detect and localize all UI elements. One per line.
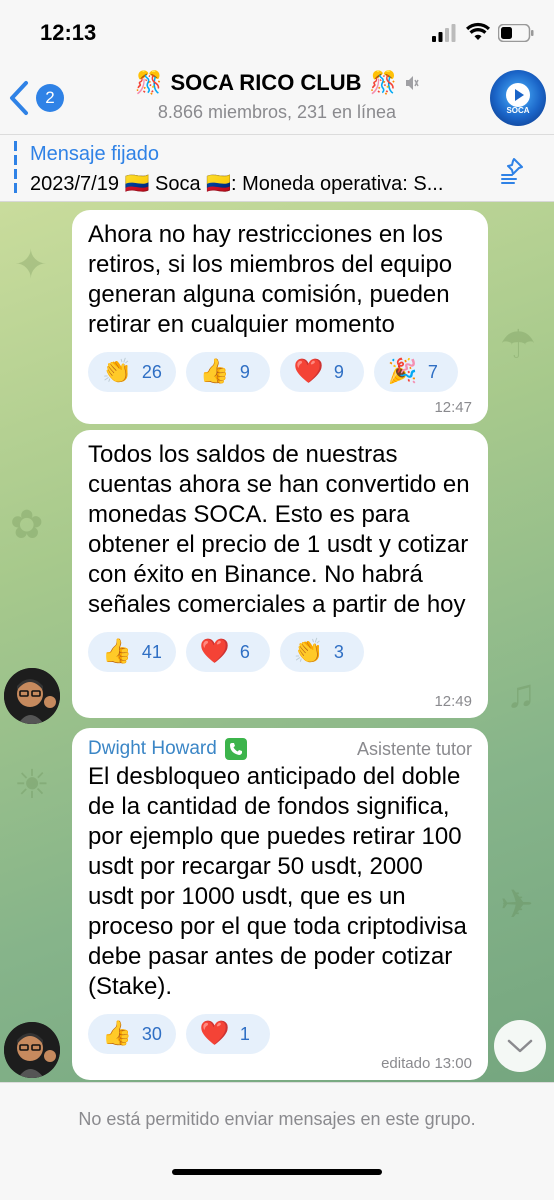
reaction-heart[interactable]: ❤️ 6 — [185, 632, 270, 672]
chat-header: 2 🎊 SOCA RICO CLUB 🎊 8.866 miembros, 231… — [0, 62, 554, 134]
pinned-label: Mensaje fijado — [30, 143, 159, 165]
clapping-hands-icon: 👏 — [293, 638, 324, 665]
thumbs-up-icon: 👍 — [102, 1020, 132, 1047]
chevron-down-icon — [507, 1039, 533, 1053]
cellular-signal-icon — [432, 24, 456, 42]
sender-avatar[interactable] — [4, 668, 60, 724]
message-time: editado 13:00 — [381, 1055, 472, 1072]
muted-speaker-icon — [405, 76, 419, 90]
party-popper-icon: 🎉 — [387, 358, 418, 385]
reaction-count: 3 — [333, 641, 344, 662]
chat-title-area[interactable]: 🎊 SOCA RICO CLUB 🎊 8.866 miembros, 231 e… — [100, 70, 454, 123]
reactions-row: 👏 26 👍 9 ❤️ 9 🎉 7 — [88, 352, 472, 392]
background-doodle: ✈ — [500, 883, 534, 927]
sender-avatar[interactable] — [4, 1022, 60, 1078]
battery-icon — [498, 24, 534, 42]
chat-title: SOCA RICO CLUB — [170, 70, 362, 95]
thumbs-up-icon: 👍 — [102, 638, 132, 665]
pinned-message-bar[interactable]: Mensaje fijado 2023/7/19 🇨🇴 Soca 🇨🇴: Mon… — [0, 134, 554, 202]
message-text: Todos los saldos de nuestras cuentas aho… — [88, 441, 470, 618]
scroll-to-bottom-button[interactable] — [494, 1020, 546, 1072]
message-bubble[interactable]: Ahora no hay restricciones en los retiro… — [72, 210, 488, 424]
background-doodle: ☂ — [500, 323, 536, 367]
reaction-count: 7 — [427, 361, 438, 382]
reaction-count: 30 — [141, 1023, 162, 1044]
reaction-count: 41 — [141, 641, 162, 662]
red-heart-icon: ❤️ — [199, 1020, 230, 1047]
message-bubble[interactable]: Todos los saldos de nuestras cuentas aho… — [72, 430, 488, 718]
unread-count-badge: 2 — [36, 84, 64, 112]
memoji-avatar-icon — [4, 668, 60, 724]
message-bubble[interactable]: Dwight Howard Asistente tutor El desbloq… — [72, 728, 488, 1080]
status-time: 12:13 — [40, 20, 97, 45]
group-avatar[interactable]: SOCA — [490, 70, 546, 126]
sender-name-wrap[interactable]: Dwight Howard — [88, 738, 247, 760]
avatar-brand-text: SOCA — [506, 105, 530, 115]
reaction-count: 9 — [239, 361, 250, 382]
composer-disabled-bar: No está permitido enviar mensajes en est… — [0, 1082, 554, 1200]
sender-role: Asistente tutor — [356, 738, 472, 759]
phone-emoji-icon — [224, 738, 247, 760]
reactions-row: 👍 30 ❤️ 1 — [88, 1014, 472, 1054]
member-count: 8.866 miembros, 231 en línea — [157, 102, 397, 122]
back-button[interactable]: 2 — [8, 78, 68, 118]
reaction-count: 1 — [239, 1023, 250, 1044]
confetti-emoji-icon: 🎊 — [369, 70, 397, 95]
message-text: Ahora no hay restricciones en los retiro… — [88, 221, 453, 338]
posting-restricted-notice: No está permitido enviar mensajes en est… — [78, 1109, 476, 1129]
reaction-party[interactable]: 🎉 7 — [373, 352, 458, 392]
reaction-count: 6 — [239, 641, 250, 662]
confetti-emoji-icon: 🎊 — [135, 70, 163, 95]
message-text: El desbloqueo anticipado del doble de la… — [88, 763, 467, 1000]
background-doodle: ✿ — [10, 503, 44, 547]
reaction-clap[interactable]: 👏 3 — [279, 632, 364, 672]
background-doodle: ✦ — [14, 243, 48, 287]
thumbs-up-icon: 👍 — [199, 358, 230, 385]
pinned-list-icon[interactable] — [500, 153, 532, 185]
message-list[interactable]: ✦ ☂ ✿ ♫ ☀ ✈ Ahora no hay restricciones e… — [0, 202, 554, 1082]
red-heart-icon: ❤️ — [293, 358, 324, 385]
background-doodle: ☀ — [14, 763, 50, 807]
red-heart-icon: ❤️ — [199, 638, 230, 665]
sender-row: Dwight Howard Asistente tutor — [88, 738, 472, 760]
reaction-heart[interactable]: ❤️ 9 — [279, 352, 364, 392]
sender-name: Dwight Howard — [88, 738, 217, 759]
reaction-clap[interactable]: 👏 26 — [88, 352, 176, 392]
reaction-heart[interactable]: ❤️ 1 — [185, 1014, 270, 1054]
message-time: 12:49 — [434, 693, 472, 710]
memoji-avatar-icon — [4, 1022, 60, 1078]
reactions-row: 👍 41 ❤️ 6 👏 3 — [88, 632, 472, 672]
reaction-count: 26 — [141, 361, 162, 382]
chevron-left-icon — [10, 81, 28, 115]
reaction-thumbs-up[interactable]: 👍 30 — [88, 1014, 176, 1054]
play-icon — [506, 82, 530, 107]
reaction-thumbs-up[interactable]: 👍 9 — [185, 352, 270, 392]
pinned-indicator — [14, 141, 17, 197]
reaction-thumbs-up[interactable]: 👍 41 — [88, 632, 176, 672]
pinned-text: 2023/7/19 🇨🇴 Soca 🇨🇴: Moneda operativa: … — [30, 173, 444, 195]
status-bar: 12:13 — [0, 0, 554, 62]
message-time: 12:47 — [434, 399, 472, 416]
background-doodle: ♫ — [506, 672, 536, 716]
reaction-count: 9 — [333, 361, 344, 382]
clapping-hands-icon: 👏 — [102, 358, 132, 385]
home-indicator[interactable] — [172, 1169, 382, 1175]
wifi-icon — [466, 22, 490, 40]
